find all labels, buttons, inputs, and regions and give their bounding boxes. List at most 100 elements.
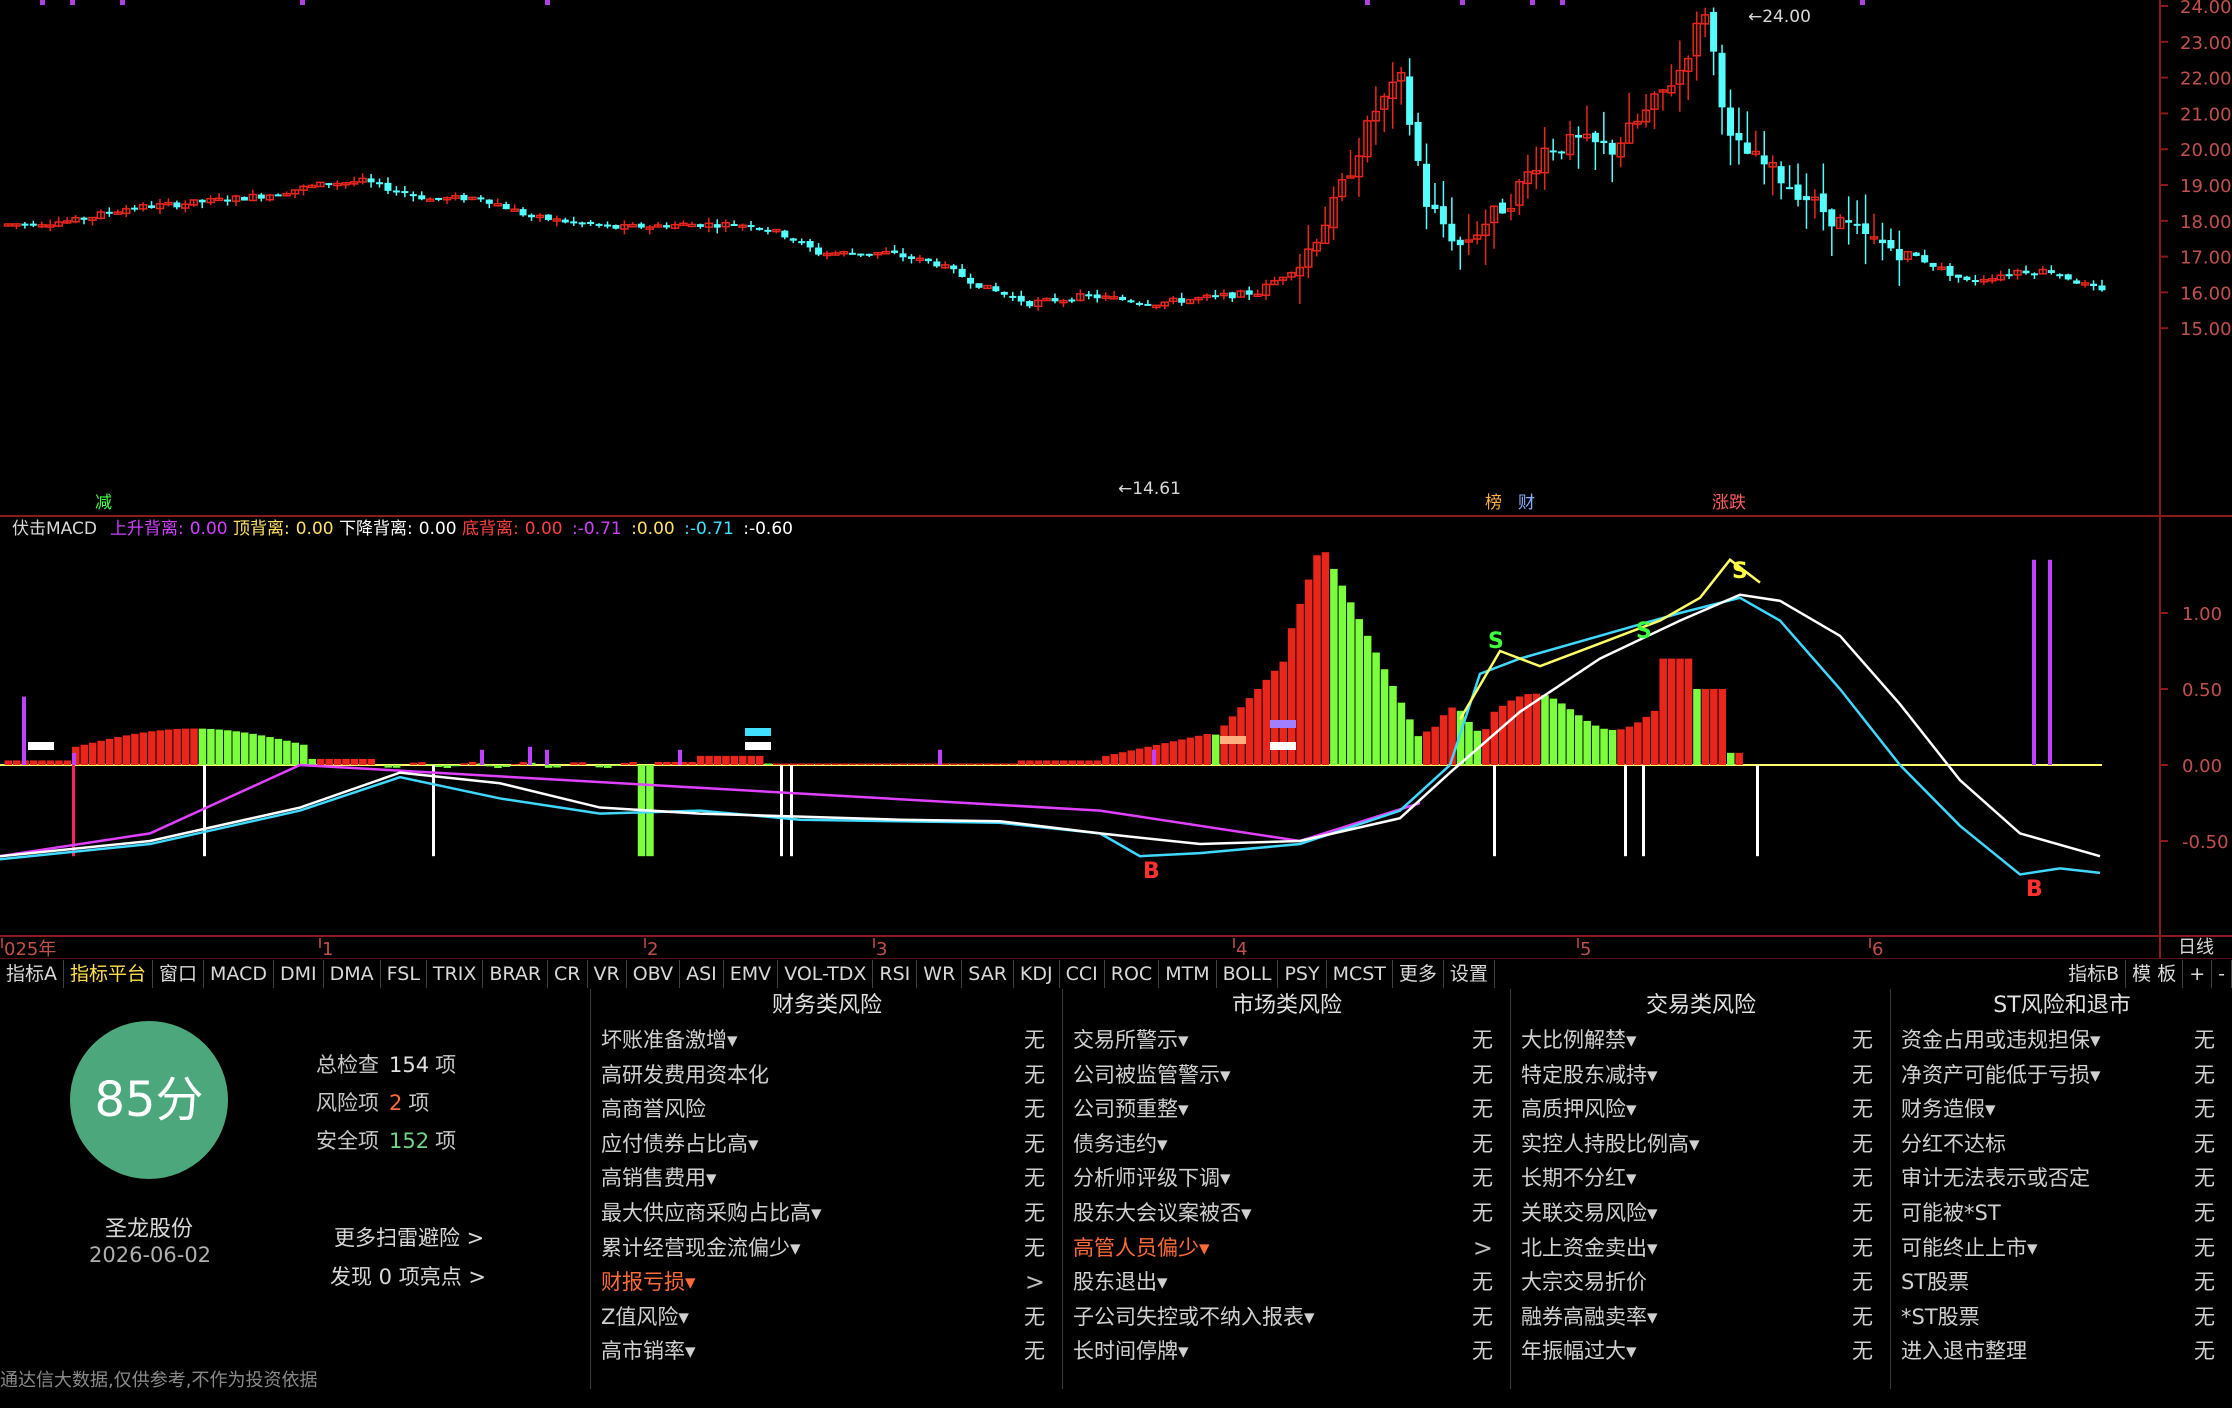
risk-item[interactable]: 交易所警示▾ 无 [1063, 1023, 1511, 1058]
tab-ASI[interactable]: ASI [680, 960, 724, 988]
tab-DMI[interactable]: DMI [274, 960, 324, 988]
risk-item[interactable]: 坏账准备激增▾ 无 [591, 1023, 1063, 1058]
period-label[interactable]: 日线 [2178, 937, 2214, 958]
macd-bar [1667, 658, 1676, 765]
risk-item[interactable]: ST股票 无 [1891, 1265, 2232, 1300]
tab-OBV[interactable]: OBV [627, 960, 681, 988]
risk-item[interactable]: 大宗交易折价 无 [1511, 1265, 1891, 1300]
risk-item[interactable]: 高销售费用▾ 无 [591, 1161, 1063, 1196]
tab-right--[interactable]: - [2212, 960, 2232, 988]
risk-item-value: 无 [1852, 1166, 1873, 1191]
risk-item[interactable]: 实控人持股比例高▾ 无 [1511, 1127, 1891, 1162]
tab-BRAR[interactable]: BRAR [483, 960, 549, 988]
risk-item[interactable]: *ST股票 无 [1891, 1300, 2232, 1335]
tab-right-+[interactable]: + [2183, 960, 2213, 988]
macd-header-name[interactable]: 伏击MACD [12, 519, 97, 539]
risk-item[interactable]: 高市销率▾ 无 [591, 1334, 1063, 1369]
risk-item[interactable]: 应付债券占比高▾ 无 [591, 1127, 1063, 1162]
risk-item[interactable]: 财报亏损▾ > [591, 1265, 1063, 1300]
risk-item[interactable]: 子公司失控或不纳入报表▾ 无 [1063, 1300, 1511, 1335]
macd-bar [1532, 693, 1541, 765]
risk-item[interactable]: 高质押风险▾ 无 [1511, 1092, 1891, 1127]
risk-item[interactable]: 高商誉风险 无 [591, 1092, 1063, 1127]
macd-bar [840, 763, 848, 765]
risk-item[interactable]: 年振幅过大▾ 无 [1511, 1334, 1891, 1369]
tab-KDJ[interactable]: KDJ [1014, 960, 1060, 988]
stock-chart[interactable]: 24.0023.0022.0021.0020.0019.0018.0017.00… [0, 0, 2232, 960]
more-scan-link[interactable]: 更多扫雷避险 > [334, 1222, 484, 1252]
risk-item[interactable]: 融券高融卖率▾ 无 [1511, 1300, 1891, 1335]
risk-item[interactable]: 股东退出▾ 无 [1063, 1265, 1511, 1300]
risk-item[interactable]: 公司被监管警示▾ 无 [1063, 1058, 1511, 1093]
risk-item[interactable]: 股东大会议案被否▾ 无 [1063, 1196, 1511, 1231]
risk-item-label: 财报亏损▾ [601, 1270, 696, 1295]
tab-MTM[interactable]: MTM [1159, 960, 1217, 988]
risk-item[interactable]: 最大供应商采购占比高▾ 无 [591, 1196, 1063, 1231]
tab-EMV[interactable]: EMV [724, 960, 779, 988]
risk-item[interactable]: 特定股东减持▾ 无 [1511, 1058, 1891, 1093]
tab-指标A[interactable]: 指标A [0, 960, 64, 988]
candle-body [570, 221, 578, 224]
risk-item[interactable]: 长时间停牌▾ 无 [1063, 1334, 1511, 1369]
macd-bar [1076, 760, 1085, 765]
tab-更多[interactable]: 更多 [1393, 960, 1444, 988]
tab-DMA[interactable]: DMA [324, 960, 381, 988]
risk-item[interactable]: 审计无法表示或否定 无 [1891, 1161, 2232, 1196]
price-axis-label: 24.00 [2180, 0, 2232, 18]
tab-FSL[interactable]: FSL [381, 960, 427, 988]
divergence-spike [780, 765, 783, 857]
tab-BOLL[interactable]: BOLL [1217, 960, 1279, 988]
risk-item[interactable]: 长期不分红▾ 无 [1511, 1161, 1891, 1196]
candle-body [730, 224, 738, 227]
risk-item[interactable]: 北上资金卖出▾ 无 [1511, 1231, 1891, 1266]
risk-item[interactable]: 分析师评级下调▾ 无 [1063, 1161, 1511, 1196]
macd-bar [181, 728, 190, 765]
macd-bar [815, 763, 823, 765]
tab-right-指标B[interactable]: 指标B [2062, 960, 2127, 988]
divergence-spike [528, 746, 532, 765]
tab-ROC[interactable]: ROC [1105, 960, 1160, 988]
risk-item[interactable]: 累计经营现金流偏少▾ 无 [591, 1231, 1063, 1266]
tab-VR[interactable]: VR [588, 960, 627, 988]
risk-item[interactable]: 财务造假▾ 无 [1891, 1092, 2232, 1127]
tab-MCST[interactable]: MCST [1327, 960, 1393, 988]
tab-CR[interactable]: CR [548, 960, 588, 988]
risk-item[interactable]: 进入退市整理 无 [1891, 1334, 2232, 1369]
tab-VOL-TDX[interactable]: VOL-TDX [778, 960, 874, 988]
macd-dif-line [0, 596, 2101, 876]
candle-body [409, 194, 417, 197]
tab-CCI[interactable]: CCI [1060, 960, 1105, 988]
risk-item[interactable]: 高管人员偏少▾ > [1063, 1231, 1511, 1266]
highlights-link[interactable]: 发现 0 项亮点 > [330, 1261, 486, 1291]
risk-item[interactable]: 净资产可能低于亏损▾ 无 [1891, 1058, 2232, 1093]
risk-item[interactable]: 债务违约▾ 无 [1063, 1127, 1511, 1162]
tab-设置[interactable]: 设置 [1444, 960, 1495, 988]
candlesticks[interactable]: ←24.00 ←14.61 [3, 0, 2106, 499]
tab-PSY[interactable]: PSY [1278, 960, 1327, 988]
tab-WR[interactable]: WR [917, 960, 963, 988]
tab-窗口[interactable]: 窗口 [153, 960, 205, 988]
macd-bar [1338, 585, 1347, 765]
risk-item[interactable]: 分红不达标 无 [1891, 1127, 2232, 1162]
tab-指标平台[interactable]: 指标平台 [64, 960, 154, 988]
tab-MACD[interactable]: MACD [204, 960, 274, 988]
risk-item[interactable]: Z值风险▾ 无 [591, 1300, 1063, 1335]
tab-right-模 板[interactable]: 模 板 [2126, 960, 2184, 988]
tab-SAR[interactable]: SAR [962, 960, 1014, 988]
macd-bar [1726, 752, 1735, 765]
risk-item[interactable]: 可能被*ST 无 [1891, 1196, 2232, 1231]
candle-body [603, 224, 611, 227]
candle-body [148, 205, 156, 208]
risk-item[interactable]: 大比例解禁▾ 无 [1511, 1023, 1891, 1058]
risk-item-label: 净资产可能低于亏损▾ [1901, 1062, 2101, 1087]
risk-item[interactable]: 高研发费用资本化 无 [591, 1058, 1063, 1093]
tab-TRIX[interactable]: TRIX [427, 960, 484, 988]
risk-item[interactable]: 关联交易风险▾ 无 [1511, 1196, 1891, 1231]
macd-bar [1195, 735, 1203, 765]
risk-item[interactable]: 公司预重整▾ 无 [1063, 1092, 1511, 1127]
risk-item[interactable]: 资金占用或违规担保▾ 无 [1891, 1023, 2232, 1058]
chart-area[interactable]: 24.00 23.00 22.00 21.00 20.00 19.00 18.00 17.00… [0, 0, 2232, 985]
macd-bar [240, 732, 249, 765]
risk-item[interactable]: 可能终止上市▾ 无 [1891, 1231, 2232, 1266]
tab-RSI[interactable]: RSI [873, 960, 918, 988]
